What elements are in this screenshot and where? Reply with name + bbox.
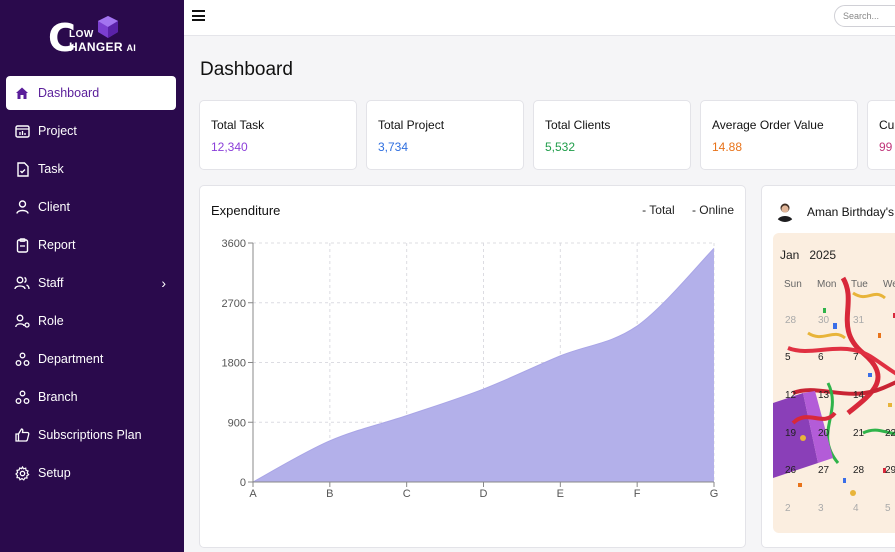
x-tick-label: C — [403, 488, 411, 500]
branch-icon — [14, 389, 30, 405]
sidebar-item-subscriptions-plan[interactable]: Subscriptions Plan — [6, 418, 176, 452]
stat-value: 14.88 — [712, 140, 743, 154]
sidebar-nav: Dashboard Project Task Client Report Sta… — [6, 76, 176, 494]
stat-label: Total Task — [211, 118, 265, 132]
sidebar-item-report[interactable]: Report — [6, 228, 176, 262]
stat-card-total-project: Total Project 3,734 — [366, 100, 524, 170]
home-icon — [14, 85, 30, 101]
hamburger-menu-icon[interactable] — [192, 10, 205, 22]
role-icon — [14, 313, 30, 329]
calendar-day[interactable]: 3 — [818, 503, 824, 514]
calendar-day[interactable]: 2 — [785, 503, 791, 514]
sidebar-item-staff[interactable]: Staff › — [6, 266, 176, 300]
stat-card-total-task: Total Task 12,340 — [199, 100, 357, 170]
stat-label: Cu — [879, 118, 895, 132]
calendar-day[interactable]: 26 — [785, 465, 796, 476]
sidebar-item-department[interactable]: Department — [6, 342, 176, 376]
page-title: Dashboard — [200, 59, 293, 80]
y-tick-label: 3600 — [222, 238, 246, 250]
clipboard-icon — [14, 237, 30, 253]
sidebar-item-role[interactable]: Role — [6, 304, 176, 338]
y-tick-label: 2700 — [222, 298, 246, 310]
department-icon — [14, 351, 30, 367]
avatar — [774, 200, 796, 222]
sidebar-item-label: Subscriptions Plan — [38, 428, 142, 442]
y-tick-label: 0 — [240, 477, 246, 489]
chevron-right-icon: › — [161, 275, 166, 291]
sidebar-item-client[interactable]: Client — [6, 190, 176, 224]
stat-value: 12,340 — [211, 140, 248, 154]
stat-label: Total Project — [378, 118, 445, 132]
x-tick-label: B — [326, 488, 333, 500]
calendar-day[interactable]: 7 — [853, 352, 859, 363]
sidebar-item-branch[interactable]: Branch — [6, 380, 176, 414]
user-icon — [14, 199, 30, 215]
sidebar-item-label: Report — [38, 238, 76, 252]
stat-value: 99 — [879, 140, 893, 154]
sidebar-item-project[interactable]: Project — [6, 114, 176, 148]
y-tick-label: 1800 — [222, 358, 246, 370]
sidebar-item-label: Role — [38, 314, 64, 328]
stat-label: Total Clients — [545, 118, 611, 132]
x-tick-label: G — [710, 488, 719, 500]
x-tick-label: A — [249, 488, 257, 500]
calendar-day[interactable]: 27 — [818, 465, 829, 476]
sidebar-item-task[interactable]: Task — [6, 152, 176, 186]
calendar-day[interactable]: 19 — [785, 428, 796, 439]
calendar-day[interactable]: 30 — [818, 315, 829, 326]
sidebar: C LOW HANGER AI Dashboard Project Task C… — [0, 0, 184, 552]
sidebar-item-setup[interactable]: Setup — [6, 456, 176, 490]
calendar-day[interactable]: 22 — [885, 428, 895, 439]
sidebar-item-label: Project — [38, 124, 77, 138]
sidebar-item-label: Staff — [38, 276, 64, 290]
expenditure-chart-card: Expenditure - Total - Online 0 900 1800 270… — [199, 185, 746, 548]
calendar-day[interactable]: 5 — [885, 503, 891, 514]
sidebar-item-label: Setup — [38, 466, 71, 480]
sidebar-item-label: Dashboard — [38, 86, 100, 100]
calendar-day[interactable]: 31 — [853, 315, 864, 326]
calendar-day[interactable]: 13 — [818, 390, 829, 401]
sidebar-item-dashboard[interactable]: Dashboard — [6, 76, 176, 110]
calendar-day[interactable]: 28 — [853, 465, 864, 476]
sidebar-item-label: Branch — [38, 390, 78, 404]
calendar-day[interactable]: 21 — [853, 428, 864, 439]
calendar-day[interactable]: 5 — [785, 352, 791, 363]
stat-value: 5,532 — [545, 140, 576, 154]
task-icon — [14, 161, 30, 177]
sidebar-item-label: Department — [38, 352, 104, 366]
search-input[interactable]: Search... — [834, 5, 895, 27]
thumbs-up-icon — [14, 427, 30, 443]
calendar-day[interactable]: 14 — [853, 390, 864, 401]
sidebar-item-label: Client — [38, 200, 70, 214]
users-icon — [14, 275, 30, 291]
x-tick-label: E — [557, 488, 564, 500]
top-bar: Search... — [184, 0, 895, 36]
brand-logo[interactable]: C LOW HANGER AI — [48, 16, 138, 62]
calendar-day[interactable]: 12 — [785, 390, 796, 401]
stat-card-total-clients: Total Clients 5,532 — [533, 100, 691, 170]
birthday-calendar: Jan2025 Sun Mon Tue We — [773, 233, 895, 533]
birthday-card: Aman Birthday's Jan2025 Sun Mon Tue We — [761, 185, 895, 548]
x-tick-label: D — [480, 488, 488, 500]
gear-icon — [14, 465, 30, 481]
expenditure-area-chart: 0 900 1800 2700 3600 A B C D E F G — [222, 238, 719, 500]
project-icon — [14, 123, 30, 139]
calendar-day[interactable]: 6 — [818, 352, 824, 363]
calendar-day[interactable]: 28 — [785, 315, 796, 326]
confetti-decoration — [773, 276, 895, 496]
stat-value: 3,734 — [378, 140, 409, 154]
stat-card-average-order-value: Average Order Value 14.88 — [700, 100, 858, 170]
calendar-day[interactable]: 29 — [885, 465, 895, 476]
y-tick-label: 900 — [228, 417, 246, 429]
stat-card-truncated: Cu 99 — [867, 100, 895, 170]
gem-icon — [98, 16, 118, 38]
birthday-title: Aman Birthday's — [807, 205, 894, 219]
x-tick-label: F — [634, 488, 641, 500]
calendar-day[interactable]: 20 — [818, 428, 829, 439]
calendar-day[interactable]: 4 — [853, 503, 859, 514]
stat-label: Average Order Value — [712, 118, 824, 132]
sidebar-item-label: Task — [38, 162, 64, 176]
